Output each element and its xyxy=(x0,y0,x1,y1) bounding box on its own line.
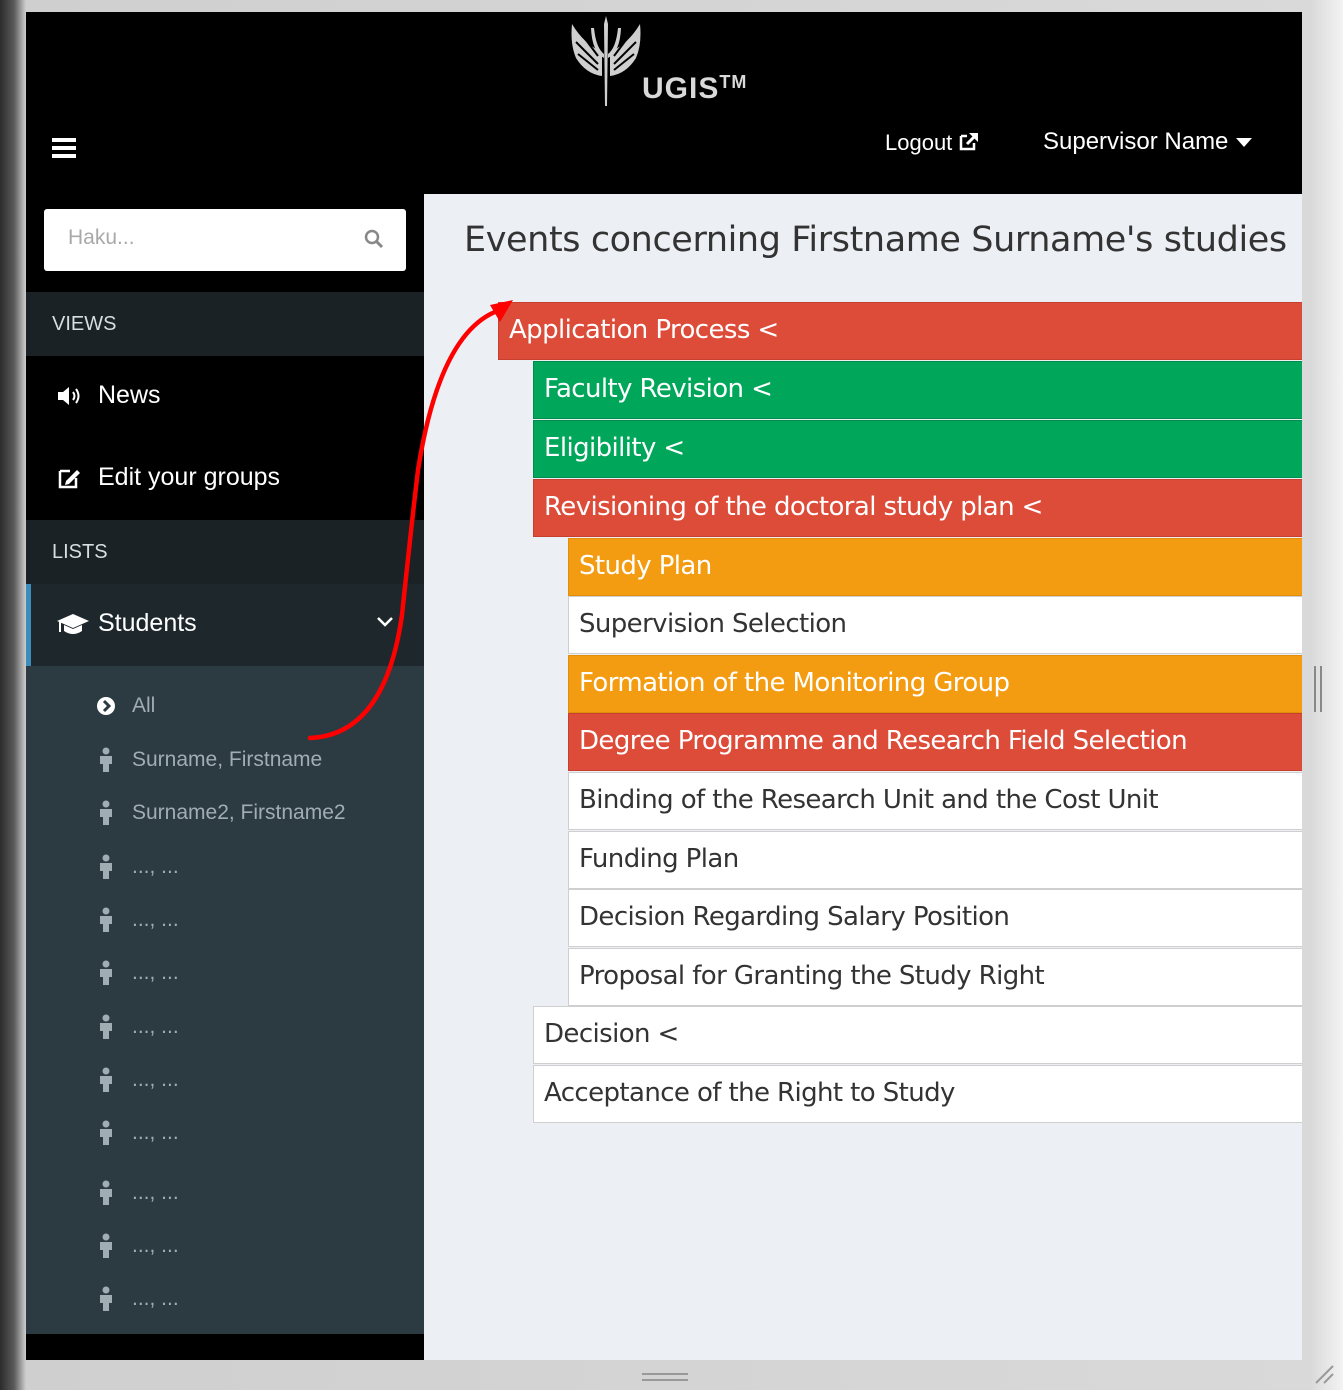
event-row[interactable]: Decision Regarding Salary Position xyxy=(568,889,1302,947)
views-header: VIEWS xyxy=(26,292,424,356)
student-item[interactable]: ..., ... xyxy=(26,1005,424,1051)
sidebar-item-news[interactable]: News xyxy=(26,356,424,438)
drag-handle-icon[interactable] xyxy=(642,1372,688,1382)
logo-text: UGISTM xyxy=(642,72,748,105)
sidebar-item-label: Edit your groups xyxy=(98,463,281,491)
caret-down-icon xyxy=(1236,138,1253,148)
event-row[interactable]: Eligibility < xyxy=(533,420,1302,478)
search-icon[interactable] xyxy=(364,229,384,249)
event-row[interactable]: Binding of the Research Unit and the Cos… xyxy=(568,772,1302,830)
sidebar-footer xyxy=(26,1334,424,1360)
sidebar-item-edit-groups[interactable]: Edit your groups xyxy=(26,438,424,520)
splitter-grip-icon[interactable] xyxy=(1313,666,1323,712)
event-row[interactable]: Degree Programme and Research Field Sele… xyxy=(568,713,1302,771)
event-row[interactable]: Revisioning of the doctoral study plan < xyxy=(533,479,1302,537)
user-menu[interactable]: Supervisor Name xyxy=(1043,128,1253,156)
student-item[interactable]: ..., ... xyxy=(26,1058,424,1104)
graduation-cap-icon xyxy=(57,614,89,634)
student-item[interactable]: ..., ... xyxy=(26,1277,424,1323)
student-item[interactable]: ..., ... xyxy=(26,951,424,997)
person-icon xyxy=(100,1120,112,1145)
lists-header: LISTS xyxy=(26,520,424,584)
person-icon xyxy=(100,960,112,985)
event-row[interactable]: Decision < xyxy=(533,1006,1302,1064)
search-input[interactable] xyxy=(66,225,340,251)
logout-label: Logout xyxy=(885,130,953,155)
user-name: Supervisor Name xyxy=(1043,128,1229,155)
event-row[interactable]: Application Process < xyxy=(498,302,1302,360)
student-item[interactable]: Surname, Firstname xyxy=(26,738,424,784)
sidebar-item-students[interactable]: Students xyxy=(26,584,424,666)
event-row[interactable]: Formation of the Monitoring Group xyxy=(568,655,1302,713)
person-icon xyxy=(100,1233,112,1258)
event-row[interactable]: Acceptance of the Right to Study xyxy=(533,1065,1302,1123)
edit-icon xyxy=(58,469,80,489)
person-icon xyxy=(100,800,112,825)
person-icon xyxy=(100,907,112,932)
person-icon xyxy=(100,1286,112,1311)
hamburger-menu-icon[interactable] xyxy=(52,138,76,158)
main-content: Events concerning Firstname Surname's st… xyxy=(424,194,1302,1360)
person-icon xyxy=(100,1180,112,1205)
sidebar-item-label: News xyxy=(98,381,161,409)
student-item[interactable]: ..., ... xyxy=(26,1224,424,1270)
event-row[interactable]: Proposal for Granting the Study Right xyxy=(568,948,1302,1006)
student-item[interactable]: Surname2, Firstname2 xyxy=(26,791,424,837)
resize-handle-icon[interactable] xyxy=(1312,1362,1334,1384)
winged-trident-icon xyxy=(571,16,641,106)
app-window: UGISTM Logout Supervisor Name VIEWS xyxy=(26,12,1302,1360)
arrow-circle-right-icon xyxy=(97,697,115,715)
page-title: Events concerning Firstname Surname's st… xyxy=(464,220,1287,260)
search-box[interactable] xyxy=(44,209,406,271)
person-icon xyxy=(100,1014,112,1039)
event-row[interactable]: Faculty Revision < xyxy=(533,361,1302,419)
external-link-icon xyxy=(960,133,979,151)
students-submenu: All Surname, Firstname Surname2, Firstna… xyxy=(26,666,424,1334)
logout-link[interactable]: Logout xyxy=(885,130,980,156)
person-icon xyxy=(100,747,112,772)
person-icon xyxy=(100,854,112,879)
sidebar: VIEWS News Edit your groups LISTS S xyxy=(26,194,424,1334)
event-row[interactable]: Supervision Selection xyxy=(568,596,1302,654)
student-item[interactable]: ..., ... xyxy=(26,1171,424,1217)
student-item-all[interactable]: All xyxy=(26,684,424,730)
event-row[interactable]: Study Plan xyxy=(568,538,1302,596)
person-icon xyxy=(100,1067,112,1092)
student-item[interactable]: ..., ... xyxy=(26,1111,424,1157)
student-item[interactable]: ..., ... xyxy=(26,898,424,944)
sidebar-item-label: Students xyxy=(98,609,197,637)
ugis-logo[interactable]: UGISTM xyxy=(566,14,766,106)
student-item[interactable]: ..., ... xyxy=(26,845,424,891)
chevron-down-icon[interactable] xyxy=(376,616,394,628)
volume-icon xyxy=(58,387,80,405)
top-header: UGISTM Logout Supervisor Name xyxy=(26,12,1302,194)
event-row[interactable]: Funding Plan xyxy=(568,831,1302,889)
